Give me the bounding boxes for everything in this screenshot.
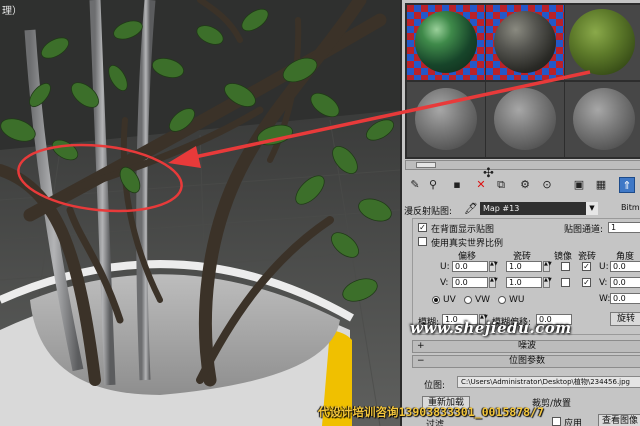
u-tiling-spinner[interactable]: ▲▼	[543, 261, 552, 272]
perspective-viewport[interactable]: 理）	[0, 0, 400, 426]
bitmap-params-rollout-bar[interactable]: − 位图参数	[412, 355, 640, 368]
wu-label: WU	[509, 295, 525, 305]
noise-rollout-bar[interactable]: + 噪波	[412, 340, 640, 353]
v-mirror-checkbox[interactable]	[561, 278, 570, 287]
site-watermark: www.shejiedu.com	[410, 319, 572, 337]
material-sphere	[573, 88, 635, 150]
tile-header: 瓷砖	[578, 252, 597, 262]
show-map-icon[interactable]: ▣	[571, 177, 587, 193]
bitmap-params-label: 位图参数	[508, 356, 545, 366]
get-material-icon[interactable]: ✎	[407, 177, 423, 193]
v-angle-input[interactable]: 0.0	[610, 277, 640, 288]
u-angle-label: U:	[599, 262, 609, 272]
viewport-render	[0, 0, 400, 426]
wu-radio[interactable]	[498, 296, 506, 304]
u-tiling-input[interactable]: 1.0	[506, 261, 542, 272]
rotate-button[interactable]: 旋转	[610, 312, 640, 326]
go-to-parent-icon[interactable]: ⇑	[619, 177, 635, 193]
material-sphere	[569, 9, 635, 75]
material-toolbar: ✎ ⚲ ▪ ✕ ⧉ ⚙ ⊙ ▣ ▦ ⇑ ⇒ ✣	[405, 166, 640, 196]
bitmap-label: 位图:	[424, 381, 446, 391]
use-real-world-label: 使用真实世界比例	[431, 239, 504, 249]
u-mirror-checkbox[interactable]	[561, 262, 570, 271]
make-unique-icon[interactable]: ⧉	[493, 177, 509, 193]
show-end-result-icon[interactable]: ▦	[593, 177, 609, 193]
viewport-label[interactable]: 理）	[2, 2, 22, 17]
sample-slot-1[interactable]	[407, 5, 485, 80]
w-angle-input[interactable]: 0.0	[610, 293, 640, 304]
map-channel-label: 贴图通道:	[564, 225, 604, 235]
diffuse-map-label: 漫反射贴图:	[404, 207, 453, 217]
sample-slot-6[interactable]	[565, 82, 640, 157]
u-offset-spinner[interactable]: ▲▼	[489, 261, 498, 272]
mouse-cursor-icon: ✣	[483, 166, 494, 181]
view-image-button[interactable]: 查看图像	[598, 414, 640, 426]
eyedropper-icon[interactable]: 🖊	[464, 202, 478, 215]
sample-slot-4[interactable]	[407, 82, 485, 157]
u-angle-input[interactable]: 0.0	[610, 261, 640, 272]
put-to-scene-icon[interactable]: ⚲	[425, 177, 441, 193]
w-angle-label: W:	[599, 294, 611, 304]
show-map-on-back-checkbox[interactable]: ✓	[418, 223, 427, 232]
sample-slot-3[interactable]	[565, 5, 640, 80]
v-tile-checkbox[interactable]: ✓	[582, 278, 591, 287]
put-to-library-icon[interactable]: ⚙	[517, 177, 533, 193]
v-offset-spinner[interactable]: ▲▼	[489, 277, 498, 288]
noise-label: 噪波	[517, 341, 536, 351]
apply-label: 应用	[564, 419, 583, 426]
contact-banner: 代设计培训咨询13903833301_0015878/7	[318, 405, 544, 419]
material-sphere	[415, 88, 477, 150]
mirror-header: 镜像	[554, 252, 573, 262]
scrollbar-thumb[interactable]	[416, 162, 436, 168]
sample-slots-grid	[405, 3, 640, 159]
map-name-field[interactable]: Map #13 ▼	[480, 202, 598, 215]
map-name-value: Map #13	[483, 204, 520, 213]
map-type-label: Bitma	[621, 203, 640, 212]
uv-radio[interactable]	[432, 296, 440, 304]
sample-slot-2[interactable]	[486, 5, 564, 80]
u-tile-checkbox[interactable]: ✓	[582, 262, 591, 271]
assign-to-selection-icon[interactable]: ▪	[449, 177, 465, 193]
map-dropdown-arrow-icon[interactable]: ▼	[586, 202, 598, 215]
v-tiling-input[interactable]: 1.0	[506, 277, 542, 288]
vw-label: VW	[475, 295, 491, 305]
collapse-minus-icon: −	[417, 356, 425, 366]
material-id-icon[interactable]: ⊙	[539, 177, 555, 193]
v-angle-label: V:	[599, 278, 608, 288]
uv-label: UV	[443, 295, 456, 305]
material-sphere	[494, 88, 556, 150]
v-offset-input[interactable]: 0.0	[452, 277, 488, 288]
use-real-world-checkbox[interactable]	[418, 237, 427, 246]
apply-checkbox[interactable]	[552, 417, 561, 426]
slots-scrollbar[interactable]	[405, 160, 640, 170]
v-label: V:	[440, 278, 449, 288]
show-map-on-back-label: 在背面显示贴图	[431, 225, 495, 235]
vw-radio[interactable]	[464, 296, 472, 304]
material-sphere	[415, 11, 477, 73]
sample-slot-5[interactable]	[486, 82, 564, 157]
u-offset-input[interactable]: 0.0	[452, 261, 488, 272]
expand-plus-icon: +	[417, 341, 425, 351]
map-channel-input[interactable]: 1	[608, 222, 640, 233]
v-tiling-spinner[interactable]: ▲▼	[543, 277, 552, 288]
bitmap-path-button[interactable]: C:\Users\Administrator\Desktop\植物\234456…	[457, 376, 640, 388]
material-editor-panel: ✎ ⚲ ▪ ✕ ⧉ ⚙ ⊙ ▣ ▦ ⇑ ⇒ ✣ 漫反射贴图: 🖊 Map #13…	[400, 0, 640, 426]
material-sphere	[494, 11, 556, 73]
u-label: U:	[440, 262, 450, 272]
